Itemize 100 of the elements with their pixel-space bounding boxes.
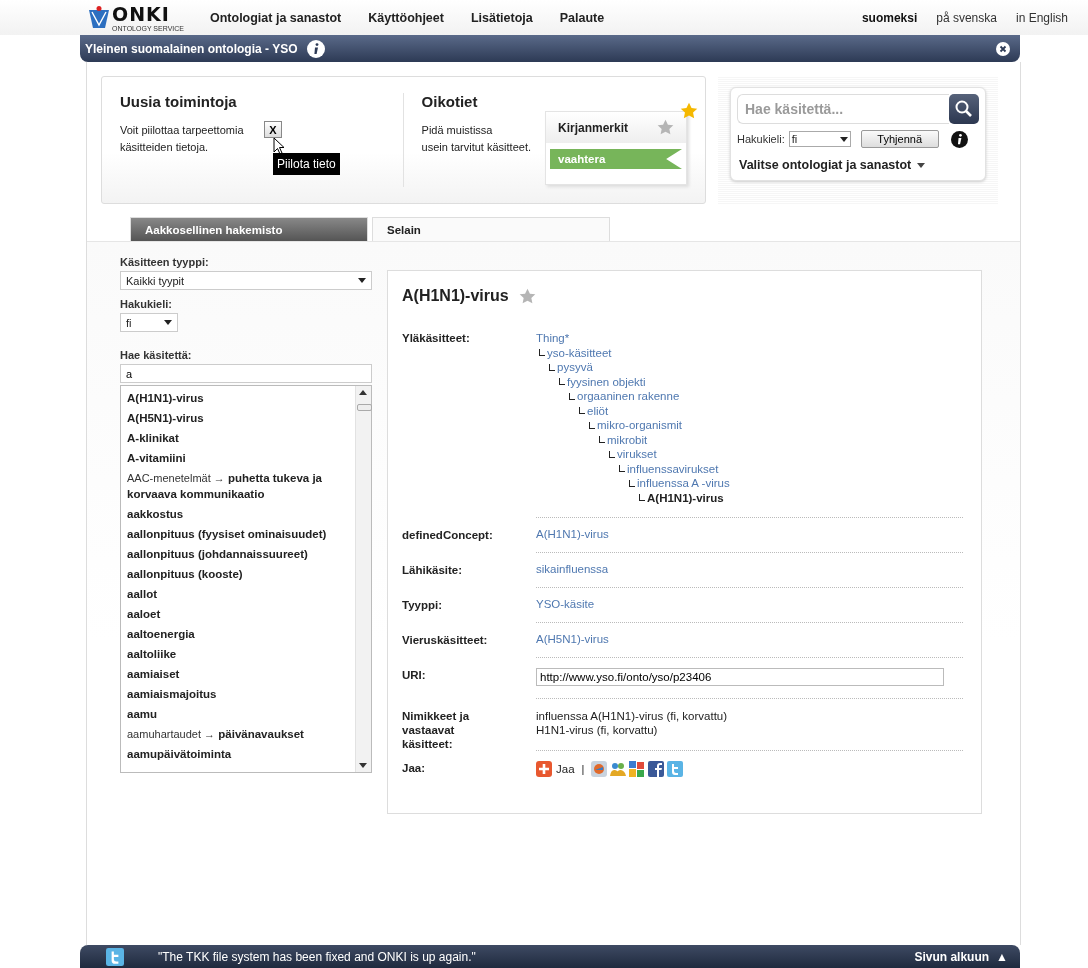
tab[interactable]: Aakkosellinen hakemisto [130,217,368,241]
list-item[interactable]: aamu [127,704,158,724]
list-item[interactable]: aallonpituus (johdannaissuureet) [127,544,308,564]
scrollbar[interactable] [355,386,371,772]
squares-icon[interactable] [629,761,646,777]
tree-link[interactable]: eliöt [587,403,609,418]
scrollbar-thumb[interactable] [357,404,372,411]
language-link[interactable]: på svenska [936,10,997,25]
list-item[interactable]: aamiaismajoitus [127,684,217,704]
caret-icon [917,162,926,168]
label-text: influenssa A(H1N1)-virus (fi, korvattu) [536,709,729,723]
footer-message: "The TKK file system has been fixed and ONKI is up again." [158,949,476,964]
arrow-down-icon[interactable] [359,763,367,768]
ontology-menu[interactable]: Valitse ontologiat ja sanastot [737,158,979,172]
concept-link[interactable]: YSO-käsite [536,598,595,610]
property-label: URI: [402,668,427,683]
property-label: Jaa: [402,761,427,776]
news-title: Uusia toimintoja [120,93,238,110]
tree-link[interactable]: influenssa A -virus [637,476,730,491]
list-item[interactable]: aallot [127,584,158,604]
language-link[interactable]: suomeksi [861,10,918,25]
search-field[interactable]: a [120,364,372,383]
ontology-title: Yleinen suomalainen ontologia - YSO [85,41,298,56]
list-item[interactable]: aakkostus [127,504,184,524]
star-icon[interactable] [657,119,674,136]
property-label: Lähikäsite: [402,563,464,578]
shortcuts-title: Oikotiet [421,93,479,110]
tree-link[interactable]: mikro-organismit [597,418,682,433]
arrow-up-icon[interactable] [359,390,367,395]
property-label: Yläkäsitteet: [402,331,471,346]
nav-link[interactable]: Lisätietoja [470,10,533,25]
news-text: Voit piilottaa tarpeettomia käsitteiden tietoja. [120,123,244,155]
current-concept: A(H1N1)-virus [647,490,724,505]
clear-button[interactable]: Tyhjennä [860,130,939,148]
star-icon[interactable] [518,287,536,305]
list-item[interactable]: A-klinikat [127,428,179,448]
tree-link[interactable]: virukset [617,447,657,462]
logo-icon [88,5,110,30]
concept-title: A(H1N1)-virus [402,287,509,305]
language-select[interactable]: fi [120,313,178,332]
hide-button[interactable]: X [264,121,282,138]
share-button[interactable]: Jaa [536,761,575,777]
type-label: Käsitteen tyyppi: [120,256,210,268]
facebook-icon[interactable] [648,761,665,777]
list-item[interactable]: aamuhartaudet → päivänavaukset [127,724,304,744]
info-icon[interactable] [307,39,326,58]
list-item[interactable]: aamupäivätoiminta [127,744,232,764]
property-label: Tyyppi: [402,598,444,613]
language-link[interactable]: in English [1015,10,1068,25]
nav-link[interactable]: Palaute [559,10,605,25]
list-item[interactable]: aaloet [127,604,161,624]
caret-icon [164,320,172,325]
concept-link[interactable]: sikainfluenssa [536,563,609,575]
property-label: Vieruskäsitteet: [402,633,489,648]
close-icon[interactable] [996,41,1010,56]
tab[interactable]: Selain [372,217,610,241]
logo-text[interactable]: ONKI [112,3,184,25]
tree-link[interactable]: yso-käsitteet [547,345,612,360]
nav-link[interactable]: Ontologiat ja sanastot [209,10,342,25]
star-icon[interactable] [680,102,698,120]
separator-text: | [581,763,585,775]
nav-link[interactable]: Käyttöohjeet [368,10,444,25]
tree-link[interactable]: mikrobit [607,432,648,447]
language-label: Hakukieli: [737,133,785,145]
caret-icon [358,278,366,283]
property-label: definedConcept: [402,528,494,543]
search-label: Hae käsitettä: [120,349,193,361]
tree-link[interactable]: influenssavirukset [627,461,719,476]
search-field[interactable]: Hae käsitettä... [737,94,949,124]
language-select[interactable]: fi [788,131,851,147]
concept-link[interactable]: A(H5N1)-virus [536,633,609,645]
list-item[interactable]: aallonpituus (fyysiset ominaisuudet) [127,524,327,544]
uri-field[interactable]: http://www.yso.fi/onto/yso/p23406 [536,668,944,686]
tooltip: Piilota tieto [273,153,340,175]
list-item[interactable]: aamiaiset [127,664,180,684]
bookmarks-title: Kirjanmerkit [558,120,629,135]
list-item[interactable]: A(H5N1)-virus [127,408,204,428]
tree-link[interactable]: fyysinen objekti [567,374,646,389]
search-icon [954,99,974,119]
label-text: H1N1-virus (fi, korvattu) [536,723,659,737]
tree-link[interactable]: pysyvä [557,360,593,375]
list-item[interactable]: aallonpituus (kooste) [127,564,243,584]
people-icon[interactable] [610,761,627,777]
caret-icon [839,136,848,142]
back-to-top-link[interactable]: Sivun alkuun ▲ [914,949,1008,964]
type-select[interactable]: Kaikki tyypit [120,271,372,290]
tree-link[interactable]: Thing* [536,331,570,346]
plus-icon [536,761,552,777]
search-button[interactable] [949,94,979,124]
list-item[interactable]: aaltoenergia [127,624,195,644]
language-label: Hakukieli: [120,298,173,310]
cursor-icon [273,137,285,155]
tree-link[interactable]: orgaaninen rakenne [577,389,680,404]
shortcuts-text: Pidä muistissa usein tarvitut käsitteet. [421,123,531,155]
info-icon[interactable] [950,130,968,148]
list-item[interactable]: A-vitamiini [127,448,186,468]
list-item[interactable]: A(H1N1)-virus [127,388,204,408]
property-label: Nimikkeet ja vastaavat käsitteet: [402,709,471,751]
concept-link[interactable]: A(H1N1)-virus [536,528,609,540]
list-item[interactable]: aaltoliike [127,644,177,664]
